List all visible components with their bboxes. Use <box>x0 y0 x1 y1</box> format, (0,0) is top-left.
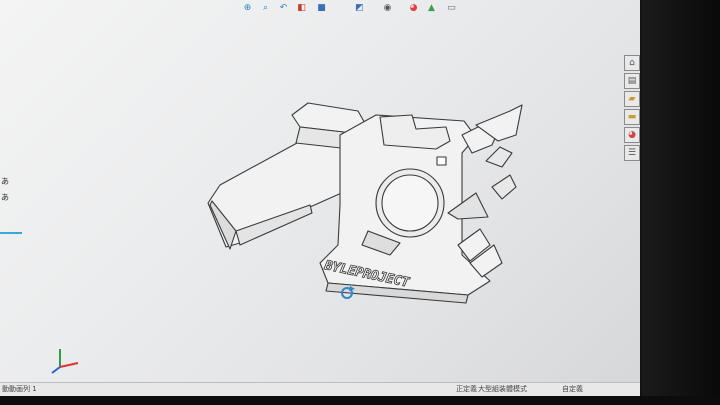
3d-model[interactable]: BYLEPROJECT <box>200 95 540 310</box>
edit-appearance-icon[interactable]: ◕ <box>408 3 419 14</box>
appearances-icon[interactable]: ◕ <box>624 127 640 143</box>
monitor-bezel-bottom <box>0 396 720 405</box>
view-toolbar: ⊕ ⌕ ↶ ◧ ■ ◩ ◉ ◕ ▲ ▭ <box>230 0 640 22</box>
design-library-icon[interactable]: ▰ <box>624 91 640 107</box>
view-orientation-icon[interactable]: ■ <box>316 3 327 14</box>
custom-properties-icon[interactable]: ☰ <box>624 145 640 161</box>
apply-scene-icon[interactable]: ▲ <box>426 3 437 14</box>
hide-show-icon[interactable]: ◉ <box>382 3 393 14</box>
panel-divider <box>0 232 22 234</box>
graphics-area[interactable]: ⊕ ⌕ ↶ ◧ ■ ◩ ◉ ◕ ▲ ▭ − □ ✕ あ あ <box>0 0 640 396</box>
task-pane: ⌂ ▤ ▰ ▬ ◕ ☰ <box>618 40 658 240</box>
resources-icon[interactable]: ▤ <box>624 73 640 89</box>
file-explorer-icon[interactable]: ▬ <box>624 109 640 125</box>
left-panel-label: あ <box>1 177 9 186</box>
zoom-to-fit-icon[interactable]: ⊕ <box>242 3 253 14</box>
status-custom: 正定義 <box>456 385 477 393</box>
home-icon[interactable]: ⌂ <box>624 55 640 71</box>
status-custom-right[interactable]: 自定義 <box>562 386 583 393</box>
model-tab[interactable]: 動動画列 1 <box>2 386 37 393</box>
left-panel-label: あ <box>1 193 9 202</box>
zoom-area-icon[interactable]: ⌕ <box>260 3 271 14</box>
status-assembly-mode: 大型組装體模式 <box>478 385 527 393</box>
feature-manager-edge: あ あ <box>0 160 20 240</box>
previous-view-icon[interactable]: ↶ <box>278 3 289 14</box>
view-settings-icon[interactable]: ▭ <box>446 3 457 14</box>
axis-triad-icon <box>51 349 79 374</box>
status-bar: 動動画列 1 正定義 大型組装體模式 自定義 <box>0 382 640 396</box>
display-style-icon[interactable]: ◩ <box>354 3 365 14</box>
section-view-icon[interactable]: ◧ <box>296 3 307 14</box>
